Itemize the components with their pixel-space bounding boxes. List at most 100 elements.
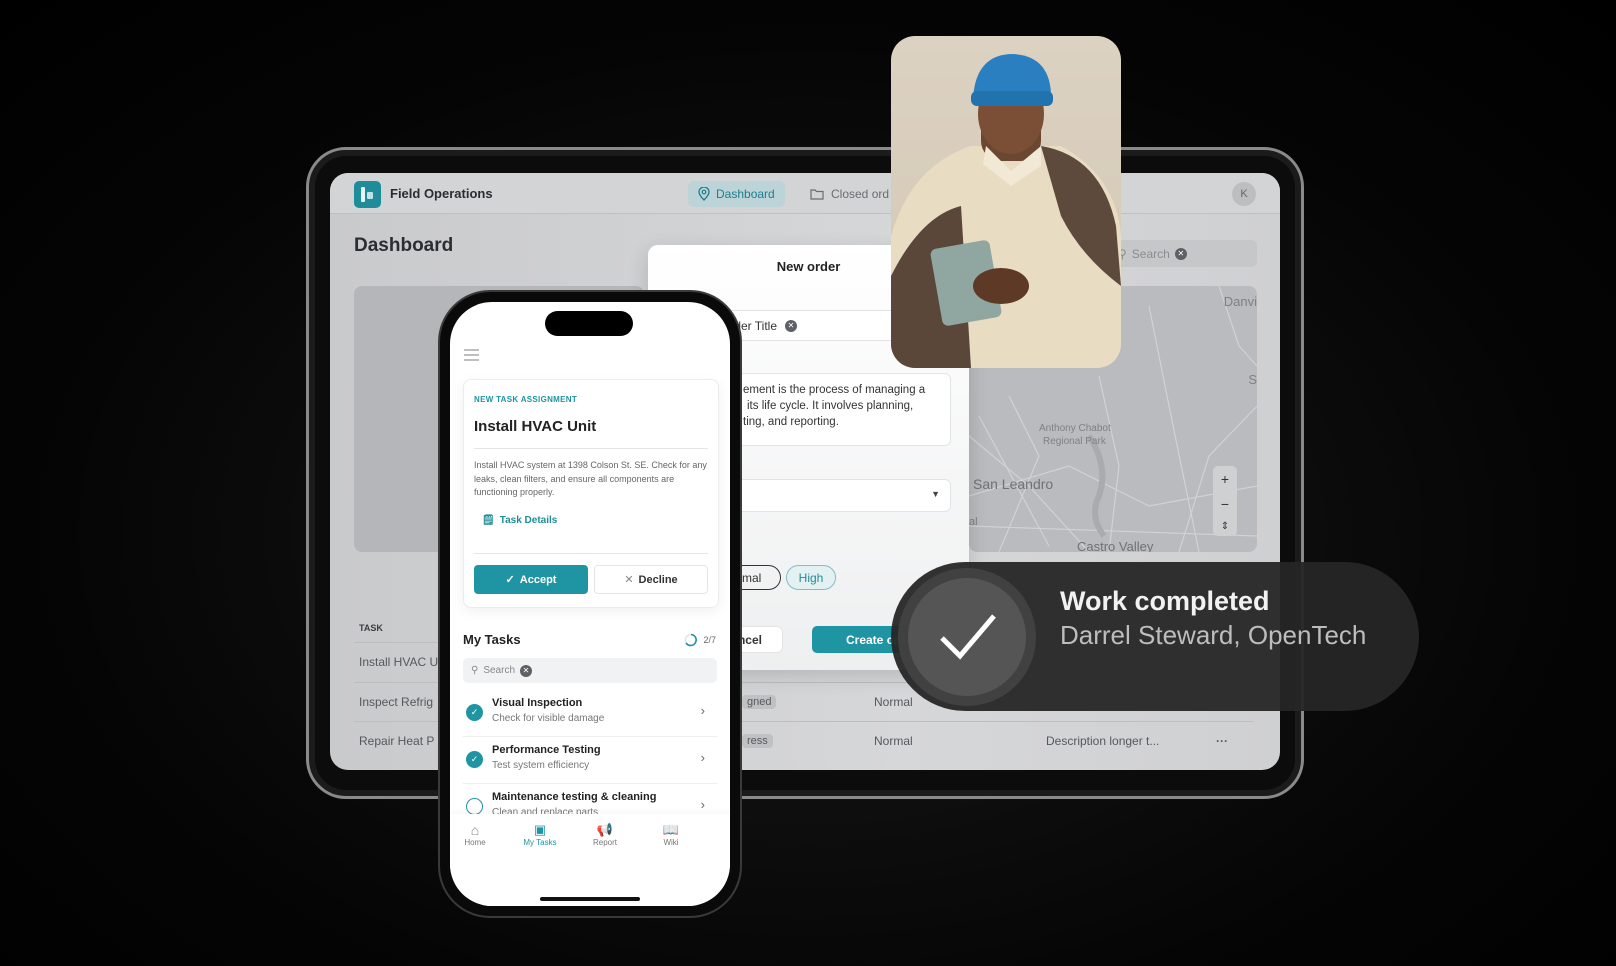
description-line: its life cycle. It involves planning, — [747, 400, 914, 412]
list-item[interactable]: ✓ Performance Testing Test system effici… — [463, 737, 717, 784]
card-title: Install HVAC Unit — [474, 418, 597, 435]
list-item[interactable]: ✓ Visual Inspection Check for visible da… — [463, 690, 717, 737]
tab-dashboard[interactable]: Dashboard — [688, 181, 785, 207]
folder-icon — [810, 189, 824, 200]
search-input[interactable]: ⚲ Search ✕ — [1108, 240, 1257, 267]
priority-cell: Normal — [874, 734, 913, 748]
map-label: Anthony Chabot — [1039, 423, 1111, 434]
worker-image — [891, 54, 1121, 368]
nav-home[interactable]: ⌂ Home — [450, 822, 510, 847]
phone-frame: NEW TASK ASSIGNMENT Install HVAC Unit In… — [438, 290, 742, 918]
worker-photo — [891, 36, 1121, 368]
task-cell: Inspect Refrig — [359, 695, 434, 709]
dynamic-island — [545, 311, 633, 336]
home-icon: ⌂ — [470, 822, 480, 838]
nav-label: Wiki — [663, 838, 679, 847]
link-label: Task Details — [499, 515, 558, 526]
task-assignment-card: NEW TASK ASSIGNMENT Install HVAC Unit In… — [463, 379, 719, 608]
toast-title: Work completed — [1060, 586, 1270, 616]
checked-icon[interactable]: ✓ — [466, 704, 483, 721]
task-cell: Repair Heat P — [359, 734, 435, 748]
card-eyebrow: NEW TASK ASSIGNMENT — [474, 395, 578, 404]
map-label: San Leandro — [973, 476, 1054, 492]
bottom-nav: ⌂ Home ▣ My Tasks 📢 Report 📖 Wiki — [450, 814, 730, 906]
description-line: ting, and reporting. — [743, 416, 839, 428]
compass-button[interactable]: ⇕ — [1221, 521, 1229, 532]
clear-icon[interactable]: ✕ — [520, 664, 533, 677]
x-icon: ✕ — [624, 574, 634, 586]
divider — [474, 448, 708, 449]
avatar[interactable]: K — [1232, 182, 1256, 206]
toast-subtitle: Darrel Steward, OpenTech — [1060, 620, 1367, 650]
app-title: Field Operations — [390, 186, 493, 201]
map-pin-icon — [698, 187, 710, 201]
task-search-input[interactable]: ⚲ Search ✕ — [463, 658, 717, 683]
map-label: Danvi — [1223, 294, 1257, 309]
map-zoom-controls: + − ⇕ — [1213, 466, 1237, 536]
page-title: Dashboard — [354, 235, 454, 256]
tab-label: Closed ord — [831, 187, 890, 201]
table-header-task: TASK — [359, 623, 383, 633]
zoom-out-button[interactable]: − — [1221, 496, 1229, 512]
check-icon: ✓ — [505, 574, 515, 586]
accept-button[interactable]: ✓ Accept — [474, 565, 588, 594]
progress-ring-icon — [685, 633, 698, 647]
task-title: Maintenance testing & cleaning — [492, 791, 657, 803]
status-badge: gned — [742, 695, 777, 709]
app-logo — [354, 181, 381, 208]
task-title: Performance Testing — [492, 744, 601, 756]
toast-icon-circle — [908, 578, 1026, 696]
button-label: Accept — [519, 573, 557, 586]
map-label: al — [969, 516, 978, 528]
task-progress: 2/7 — [684, 633, 716, 647]
checkmark-icon — [940, 614, 996, 660]
zoom-in-button[interactable]: + — [1221, 471, 1229, 487]
nav-label: Home — [464, 838, 486, 847]
tasks-icon: ▣ — [533, 822, 547, 837]
task-details-link[interactable]: 🗒 Task Details — [482, 515, 557, 526]
document-edit-icon: 🗒 — [482, 515, 495, 526]
task-title: Visual Inspection — [492, 697, 583, 709]
app-header: Field Operations Dashboard Closed ord K — [330, 173, 1280, 214]
megaphone-icon: 📢 — [596, 822, 614, 837]
chevron-right-icon: › — [700, 703, 705, 718]
nav-label: My Tasks — [523, 838, 557, 847]
unchecked-icon[interactable] — [466, 798, 483, 815]
clear-icon[interactable]: ✕ — [1174, 247, 1187, 260]
phone-screen: NEW TASK ASSIGNMENT Install HVAC Unit In… — [450, 302, 730, 906]
nav-label: Report — [592, 838, 617, 847]
description-textarea[interactable]: ement is the process of managing a its l… — [708, 373, 951, 446]
status-badge: ress — [742, 734, 773, 748]
clear-icon[interactable]: ✕ — [785, 319, 798, 332]
search-placeholder: Search — [483, 665, 516, 676]
nav-wiki[interactable]: 📖 Wiki — [636, 822, 706, 847]
tab-closed-orders[interactable]: Closed ord — [810, 181, 889, 207]
description-line: ement is the process of managing a — [743, 384, 926, 396]
map-label: Regional Park — [1043, 436, 1106, 447]
book-icon: 📖 — [662, 822, 680, 837]
progress-label: 2/7 — [703, 635, 716, 645]
decline-button[interactable]: ✕ Decline — [594, 565, 708, 594]
checked-icon[interactable]: ✓ — [466, 751, 483, 768]
task-subtitle: Check for visible damage — [492, 713, 605, 724]
map-label: Castro Valley — [1077, 539, 1154, 552]
tab-label: Dashboard — [716, 187, 775, 201]
nav-report[interactable]: 📢 Report — [570, 822, 640, 847]
caret-down-icon: ▼ — [931, 489, 940, 499]
select-dropdown[interactable]: ▼ — [708, 479, 951, 512]
home-indicator — [540, 897, 640, 901]
work-completed-toast: Work completed Darrel Steward, OpenTech — [891, 562, 1419, 711]
hamburger-menu-icon[interactable] — [464, 349, 480, 361]
chevron-right-icon: › — [700, 750, 705, 765]
description-cell: Description longer t... — [1046, 734, 1160, 748]
priority-cell: Normal — [874, 695, 913, 709]
nav-my-tasks[interactable]: ▣ My Tasks — [505, 822, 575, 847]
task-cell: Install HVAC U — [359, 655, 439, 669]
more-options-button[interactable]: ··· — [1216, 734, 1228, 748]
divider — [474, 553, 708, 554]
task-subtitle: Test system efficiency — [492, 760, 590, 771]
priority-high[interactable]: High — [786, 565, 836, 590]
button-label: Decline — [638, 573, 678, 586]
search-placeholder: Search — [1131, 246, 1170, 261]
chevron-right-icon: › — [700, 797, 705, 812]
